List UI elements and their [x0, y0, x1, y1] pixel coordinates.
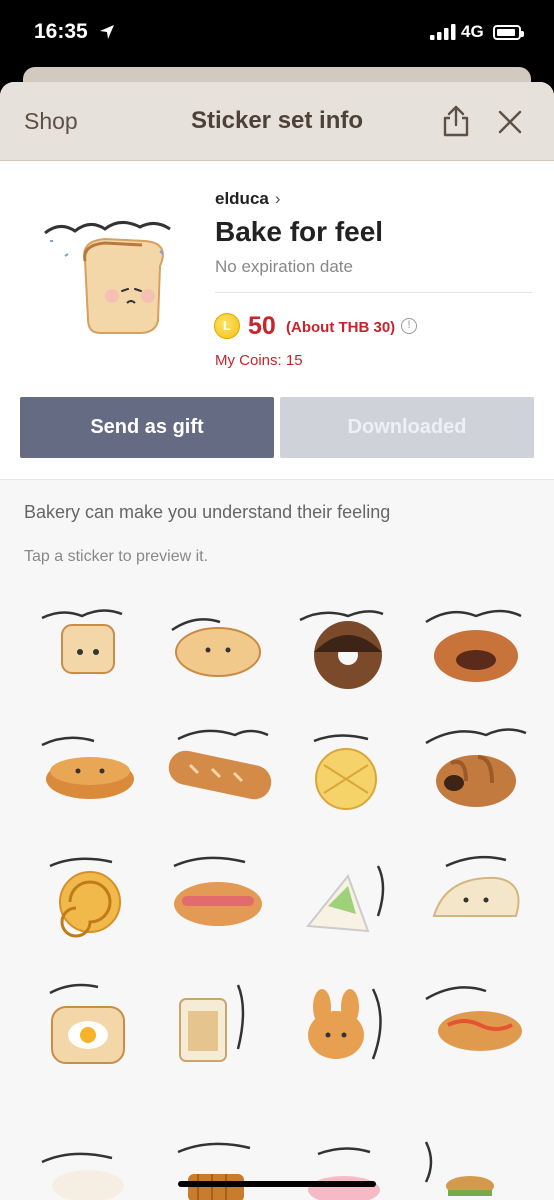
expiration-text: No expiration date [215, 257, 353, 276]
sticker-bread-loaf[interactable] [22, 590, 152, 710]
close-icon[interactable] [495, 107, 525, 137]
sticker-bunny-bun-image [308, 988, 382, 1060]
sticker-bun-image [171, 618, 261, 677]
home-indicator[interactable] [178, 1181, 376, 1187]
sticker-baguette-image [168, 729, 272, 800]
main-sticker-image[interactable] [30, 211, 180, 341]
sticker-burger[interactable] [406, 1082, 536, 1200]
network-type: 4G [461, 22, 484, 41]
share-icon[interactable] [440, 104, 472, 138]
sticker-sausage-bread[interactable] [406, 959, 536, 1079]
sticker-sausage-bread-image [425, 986, 522, 1051]
sticker-cinnamon-roll-image [49, 857, 121, 938]
sticker-sandwich-image [179, 984, 245, 1062]
location-arrow-icon [100, 25, 114, 39]
sticker-melon-pan-image [313, 734, 377, 810]
sticker-sandwich-slice-image [306, 865, 385, 933]
sticker-bean-bun[interactable] [406, 590, 536, 710]
sticker-bun[interactable] [150, 590, 280, 710]
sticker-info-sheet: Shop Sticker set info elduca › Bake for f… [0, 82, 554, 1200]
nav-bar: Shop Sticker set info [0, 82, 554, 161]
description: Bakery can make you understand their fee… [24, 502, 391, 522]
sticker-sandwich-slice[interactable] [278, 836, 408, 956]
sticker-dumpling-image [41, 1152, 124, 1200]
sticker-burger-image [424, 1141, 494, 1196]
sticker-baguette[interactable] [150, 713, 280, 833]
sticker-melon-pan[interactable] [278, 713, 408, 833]
sticker-dorayaki[interactable] [22, 713, 152, 833]
downloaded-button[interactable]: Downloaded [280, 397, 534, 458]
status-bar: 16:35 4G [0, 0, 554, 68]
sticker-set-info: elduca › Bake for feel No expiration date… [0, 161, 554, 478]
sticker-list-section: Bakery can make you understand their fee… [0, 479, 554, 1200]
line-coin-icon: L [214, 313, 240, 339]
price: 50 [248, 312, 276, 340]
status-time: 16:35 [34, 20, 88, 43]
send-as-gift-button[interactable]: Send as gift [20, 397, 274, 458]
sticker-chocolate-donut[interactable] [278, 590, 408, 710]
sticker-bunny-bun[interactable] [278, 959, 408, 1079]
sticker-sandwich[interactable] [150, 959, 280, 1079]
sticker-chocolate-roll-image [425, 728, 527, 807]
sticker-bread-slice-image [432, 855, 520, 917]
sticker-bread-loaf-image [41, 609, 123, 674]
sticker-chocolate-donut-image [299, 610, 384, 689]
sticker-chocolate-roll[interactable] [406, 713, 536, 833]
chevron-right-icon: › [274, 189, 281, 208]
sticker-dumpling[interactable] [22, 1082, 152, 1200]
sticker-set-title: Bake for feel [215, 216, 384, 247]
sticker-egg-toast-image [49, 983, 125, 1064]
sticker-dorayaki-image [41, 736, 134, 799]
battery-level [497, 29, 515, 36]
divider [215, 292, 532, 293]
info-icon[interactable]: ! [401, 318, 417, 334]
author-link[interactable]: elduca › [215, 189, 281, 209]
battery-icon [493, 25, 524, 40]
sticker-hotdog-bun[interactable] [150, 836, 280, 956]
tap-hint: Tap a sticker to preview it. [24, 548, 209, 565]
sticker-bread-slice[interactable] [406, 836, 536, 956]
sticker-bean-bun-image [425, 609, 522, 682]
sticker-cinnamon-roll[interactable] [22, 836, 152, 956]
sticker-hotdog-bun-image [173, 856, 262, 926]
signal-bars-icon [430, 24, 456, 40]
sticker-egg-toast[interactable] [22, 959, 152, 1079]
author-name: elduca [215, 189, 269, 208]
price-local: (About THB 30) [286, 319, 396, 336]
my-coins: My Coins: 15 [215, 352, 303, 369]
